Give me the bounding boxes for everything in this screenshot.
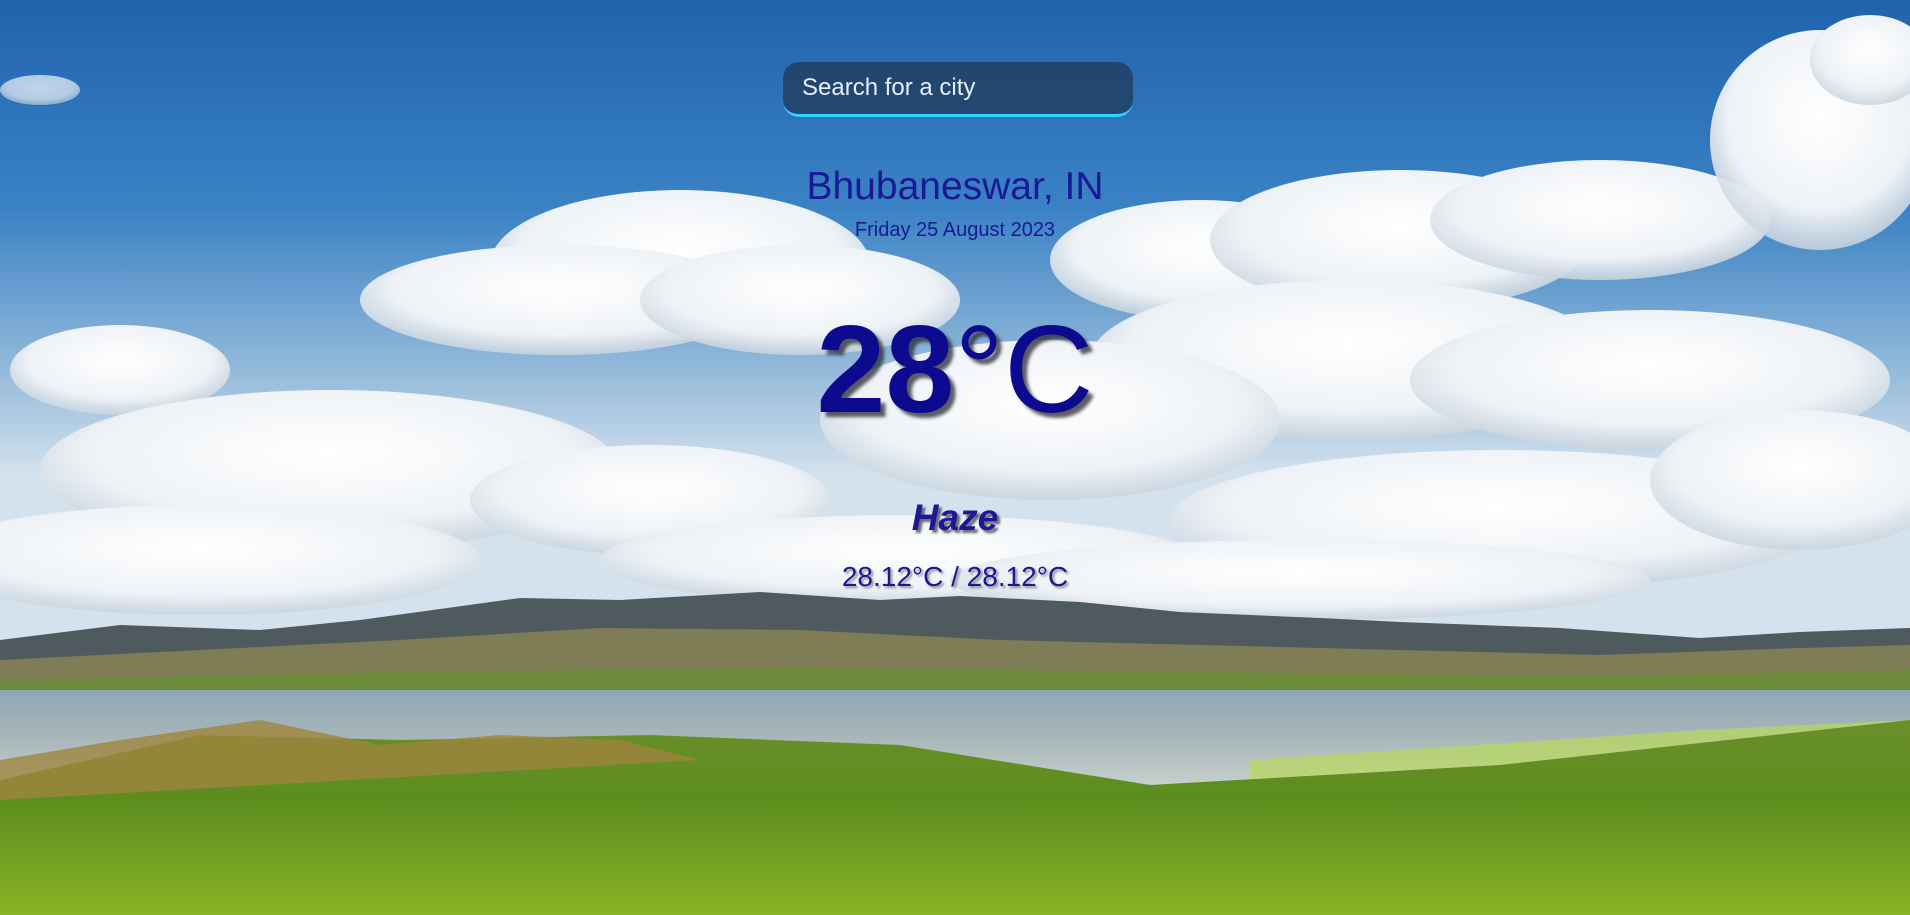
location-name: Bhubaneswar, IN xyxy=(806,165,1104,208)
current-temperature: 28°C xyxy=(0,308,1910,432)
current-date: Friday 25 August 2023 xyxy=(854,219,1056,241)
background-landscape-image xyxy=(0,0,1910,915)
temperature-value: 28 xyxy=(816,301,955,439)
weather-condition: Haze xyxy=(911,497,999,538)
min-max-temperature: 28.12°C / 28.12°C xyxy=(841,561,1069,592)
search-input[interactable] xyxy=(783,62,1133,114)
search-bar[interactable] xyxy=(783,62,1133,117)
temperature-unit: °C xyxy=(954,301,1094,439)
